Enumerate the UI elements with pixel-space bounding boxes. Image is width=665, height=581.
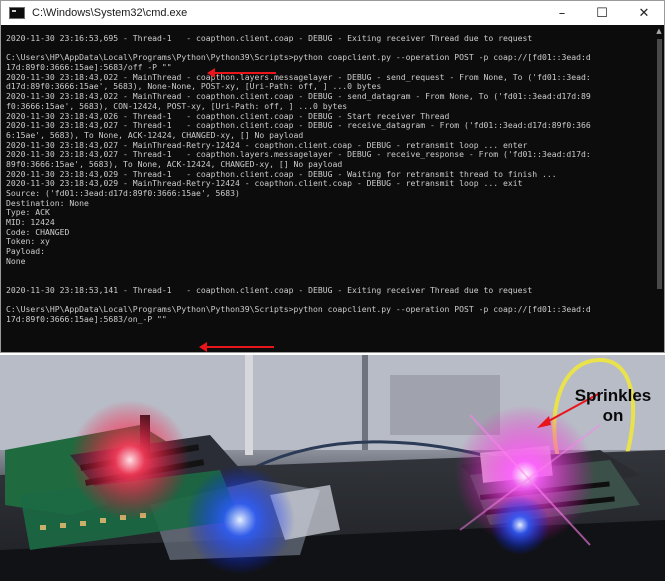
console-line: Source: ('fd01::3ead:d17d:89f0:3666:15ae… — [6, 188, 240, 198]
cmd-window: C:\Windows\System32\cmd.exe – ☐ ✕ 2020-1… — [0, 0, 665, 353]
console-line: None — [6, 255, 26, 266]
console-output[interactable]: 2020-11-30 23:16:53,695 - Thread-1 - coa… — [1, 25, 664, 352]
scroll-up-icon[interactable]: ▲ — [655, 27, 663, 37]
annotation-arrow-off — [207, 68, 276, 78]
minimize-button[interactable]: – — [542, 1, 582, 25]
console-line: MID: 12424 — [6, 217, 55, 228]
title-bar[interactable]: C:\Windows\System32\cmd.exe – ☐ ✕ — [1, 1, 664, 25]
console-line: Destination: None — [6, 197, 89, 208]
scrollbar-thumb[interactable] — [657, 39, 662, 289]
console-line: Token: xy — [6, 236, 50, 247]
console-line: 2020-11-30 23:18:53,141 - Thread-1 - coa… — [6, 284, 533, 295]
annotation-arrow-on — [199, 342, 274, 352]
hardware-photo: Sprinkles on — [0, 355, 665, 581]
close-button[interactable]: ✕ — [624, 1, 664, 25]
sprinkles-label: Sprinkles on — [574, 386, 652, 425]
console-line: Payload: — [6, 246, 45, 257]
maximize-button[interactable]: ☐ — [582, 1, 622, 25]
terminal-icon — [9, 7, 25, 19]
console-line: Code: CHANGED — [6, 226, 70, 237]
console-line: 2020-11-30 23:16:53,695 - Thread-1 - coa… — [6, 33, 533, 43]
window-title: C:\Windows\System32\cmd.exe — [32, 7, 188, 19]
console-line: 17d:89f0:3666:15ae]:5683/on_-P "" — [6, 313, 167, 324]
console-line: Type: ACK — [6, 207, 50, 218]
